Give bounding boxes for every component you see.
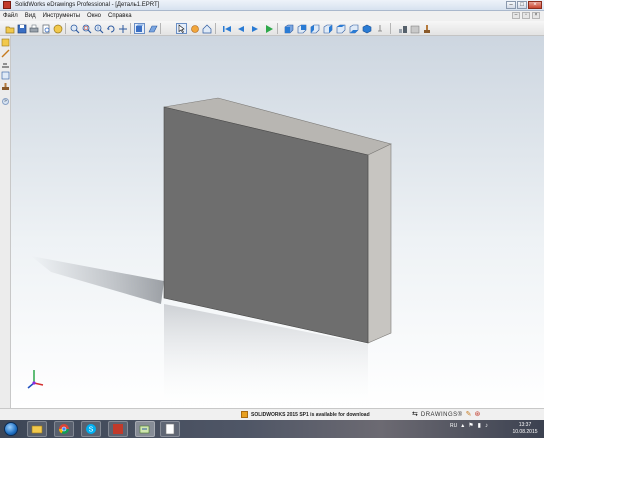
arrows-icon: ⇆ [412, 411, 418, 418]
play-icon[interactable] [263, 23, 274, 34]
mark-icon[interactable] [409, 23, 420, 34]
menu-file[interactable]: Файл [3, 13, 18, 19]
tray-expand-icon[interactable]: ▴ [461, 423, 464, 429]
notification-icon [241, 411, 248, 418]
left-view-icon[interactable] [309, 23, 320, 34]
home-icon[interactable] [201, 23, 212, 34]
stamp-icon[interactable] [421, 23, 432, 34]
top-view-icon[interactable] [335, 23, 346, 34]
section-icon[interactable] [397, 23, 408, 34]
taskbar-solidworks[interactable] [108, 421, 128, 437]
measure-icon[interactable] [374, 23, 385, 34]
volume-icon[interactable]: ♪ [485, 423, 488, 429]
select-icon[interactable] [176, 23, 187, 34]
clock-time: 13:37 [518, 422, 532, 428]
stamp-icon[interactable] [1, 82, 10, 91]
isometric-view-icon[interactable] [361, 23, 372, 34]
start-button[interactable] [4, 422, 18, 436]
shaded-icon[interactable] [134, 23, 145, 34]
system-tray: RU ▴ ⚑ ▮ ♪ [450, 423, 488, 429]
pencil-icon[interactable] [1, 49, 10, 58]
brand-logo-text: DRAWINGS® [420, 411, 463, 418]
title-bar: SolidWorks eDrawings Professional - [Дет… [0, 0, 544, 11]
pencil-icon[interactable]: ✎ [466, 411, 472, 418]
document-controls: – ▫ × [512, 12, 540, 19]
expand-pane-button[interactable]: » [2, 98, 9, 105]
edrawings-brand: ⇆ DRAWINGS® ✎ ⊛ [412, 411, 480, 418]
next-frame-icon[interactable] [249, 23, 260, 34]
recycle-icon[interactable]: ⊛ [474, 411, 480, 418]
menu-tools[interactable]: Инструменты [43, 13, 80, 19]
first-frame-icon[interactable] [221, 23, 232, 34]
zoom-to-area-icon[interactable] [81, 23, 92, 34]
toolbar-separator [215, 23, 216, 34]
perspective-icon[interactable] [147, 23, 158, 34]
model-view [27, 97, 392, 408]
svg-text:S: S [89, 427, 94, 434]
axis-triad-icon [27, 370, 44, 389]
menu-window[interactable]: Окно [87, 13, 101, 19]
clock-date: 10.08.2015 [512, 429, 538, 435]
update-notice[interactable]: SOLIDWORKS 2015 SP1 is available for dow… [241, 411, 370, 418]
main-toolbar [0, 21, 544, 36]
component-icon[interactable] [1, 71, 10, 80]
app-icon [3, 1, 11, 9]
taskbar-skype[interactable]: S [81, 421, 101, 437]
model-side-face [367, 143, 392, 344]
update-notice-text: SOLIDWORKS 2015 SP1 is available for dow… [251, 411, 370, 418]
rotate-icon[interactable] [105, 23, 116, 34]
menu-view[interactable]: Вид [25, 13, 36, 19]
toolbar-separator [277, 23, 278, 34]
language-indicator[interactable]: RU [450, 423, 457, 429]
maximize-button[interactable]: □ [517, 1, 527, 9]
close-button[interactable]: × [528, 1, 542, 9]
right-view-icon[interactable] [322, 23, 333, 34]
network-icon[interactable]: ▮ [478, 423, 481, 429]
doc-restore-button[interactable]: ▫ [522, 12, 530, 19]
3d-pointer-icon[interactable] [189, 23, 200, 34]
menu-help[interactable]: Справка [108, 13, 132, 19]
doc-close-button[interactable]: × [532, 12, 540, 19]
taskbar-notepad[interactable] [160, 421, 180, 437]
taskbar-chrome[interactable] [54, 421, 74, 437]
toolbar-separator [65, 23, 66, 34]
model-shadow [31, 256, 164, 304]
doc-minimize-button[interactable]: – [512, 12, 520, 19]
flag-icon[interactable]: ⚑ [468, 423, 473, 429]
toolbar-separator [130, 23, 131, 34]
window-title: SolidWorks eDrawings Professional - [Дет… [15, 2, 160, 8]
window-controls: – □ × [506, 1, 542, 9]
zoom-to-fit-icon[interactable] [69, 23, 80, 34]
save-icon[interactable] [16, 23, 27, 34]
toolbar-separator [390, 23, 391, 34]
measure-icon[interactable] [1, 60, 10, 69]
menu-bar: Файл Вид Инструменты Окно Справка – ▫ × [0, 11, 544, 21]
pan-icon[interactable] [117, 23, 128, 34]
markup-icon[interactable] [1, 38, 10, 47]
minimize-button[interactable]: – [506, 1, 516, 9]
clock[interactable]: 13:37 10.08.2015 [508, 422, 542, 436]
front-view-icon[interactable] [283, 23, 294, 34]
3d-viewport[interactable] [11, 36, 544, 408]
bottom-view-icon[interactable] [348, 23, 359, 34]
taskbar-explorer[interactable] [27, 421, 47, 437]
taskbar-edrawings[interactable] [135, 421, 155, 437]
zoom-in-out-icon[interactable] [93, 23, 104, 34]
left-task-pane: » [0, 36, 11, 408]
print-icon[interactable] [28, 23, 39, 34]
screen: SolidWorks eDrawings Professional - [Дет… [0, 0, 544, 438]
help-icon[interactable] [52, 23, 63, 34]
print-preview-icon[interactable] [40, 23, 51, 34]
open-icon[interactable] [4, 23, 15, 34]
previous-frame-icon[interactable] [235, 23, 246, 34]
back-view-icon[interactable] [296, 23, 307, 34]
taskbar: S RU ▴ ⚑ ▮ ♪ 13:37 10.08.2015 [0, 420, 544, 438]
status-bar: SOLIDWORKS 2015 SP1 is available for dow… [0, 408, 544, 420]
toolbar-separator [160, 23, 161, 34]
